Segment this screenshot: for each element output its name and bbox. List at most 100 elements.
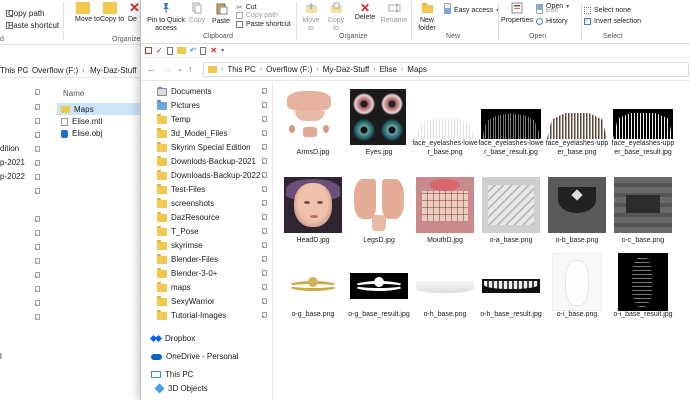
nav-item-documents[interactable]: Documents bbox=[141, 85, 272, 98]
invert-selection-button[interactable]: Invert selection bbox=[584, 18, 641, 25]
rename-button[interactable]: Rename bbox=[380, 2, 408, 25]
nav-item-label: 3d_Model_Files bbox=[171, 129, 228, 138]
nav-item-t-pose[interactable]: T_Pose bbox=[141, 225, 272, 238]
nav-item-label: Temp bbox=[171, 115, 191, 124]
nav-item-screenshots[interactable]: screenshots bbox=[141, 197, 272, 210]
bg-nav-fragment[interactable]: dition bbox=[0, 144, 19, 153]
navigation-pane: Documents Pictures Temp 3d_Model_Files S… bbox=[141, 82, 273, 400]
folder-icon bbox=[157, 281, 167, 292]
recent-locations-chevron-icon[interactable]: ⌄ bbox=[177, 65, 183, 73]
pin-icon bbox=[34, 160, 40, 166]
nav-item-dropbox[interactable]: Dropbox bbox=[141, 332, 272, 345]
nav-item-blender-files[interactable]: Blender-Files bbox=[141, 253, 272, 266]
bg-move-to-button[interactable]: Move to bbox=[75, 16, 100, 23]
file-name: face_eyelashes-upper_base.png bbox=[545, 140, 609, 156]
file-thumbnail bbox=[478, 175, 544, 235]
folder-icon bbox=[157, 155, 167, 166]
customize-dropdown-icon[interactable]: ▾ bbox=[221, 47, 224, 54]
edit-button[interactable]: Edit bbox=[536, 7, 558, 14]
bg-paste-shortcut-icon bbox=[6, 22, 13, 29]
pin-to-quick-access-button[interactable]: Pin to Quick access bbox=[144, 2, 188, 33]
bg-file-elise-mtl[interactable]: Elise.mtl bbox=[61, 117, 102, 126]
nav-item-onedrive-personal[interactable]: OneDrive - Personal bbox=[141, 350, 272, 363]
bg-clipboard-label: d bbox=[0, 36, 4, 43]
file-icon bbox=[61, 117, 68, 126]
bg-delete-button[interactable]: De bbox=[128, 16, 137, 23]
paste-button[interactable]: Paste bbox=[209, 2, 233, 26]
breadcrumb-overflow-drive[interactable]: Overflow (F:) bbox=[266, 65, 312, 74]
bg-column-header-name[interactable]: Name bbox=[63, 89, 84, 98]
copy-path-button[interactable]: Copy path bbox=[236, 12, 278, 19]
paste-shortcut-button[interactable]: Paste shortcut bbox=[236, 21, 291, 28]
nav-item-3d-objects[interactable]: 3D Objects bbox=[141, 382, 272, 395]
copy-path-icon bbox=[236, 12, 243, 19]
nav-item-dazresource[interactable]: DazResource bbox=[141, 211, 272, 224]
nav-item-label: SexyWarrior bbox=[171, 297, 215, 306]
document-icon[interactable] bbox=[166, 46, 173, 55]
file-thumbnail bbox=[412, 253, 478, 313]
bg-file-elise-obj[interactable]: Elise.obj bbox=[61, 129, 102, 138]
breadcrumb-maps[interactable]: Maps bbox=[407, 65, 427, 74]
nav-item-test-files[interactable]: Test-Files bbox=[141, 183, 272, 196]
copy-button[interactable]: Copy bbox=[186, 2, 208, 25]
select-none-button[interactable]: Select none bbox=[584, 7, 631, 14]
move-to-button[interactable]: Move to bbox=[299, 2, 323, 33]
properties-qat-icon[interactable] bbox=[145, 47, 152, 54]
bg-nav-fragment[interactable]: p-2021 bbox=[0, 158, 25, 167]
new-folder-qat-icon[interactable] bbox=[176, 47, 186, 54]
back-arrow-icon[interactable]: ← bbox=[147, 64, 156, 74]
delete-label: Delete bbox=[354, 14, 376, 21]
nav-item-pictures[interactable]: Pictures bbox=[141, 99, 272, 112]
copy-qat-icon[interactable] bbox=[200, 46, 207, 55]
bg-crumb-my-daz-stuff[interactable]: My-Daz-Stuff bbox=[90, 66, 137, 75]
delete-button[interactable]: ✕ Delete bbox=[351, 2, 379, 22]
nav-item-3d-model-files[interactable]: 3d_Model_Files bbox=[141, 127, 272, 140]
bg-file-name: Maps bbox=[74, 105, 94, 114]
file-thumbnail bbox=[280, 87, 346, 147]
file-name: o-i_base_result.jpg bbox=[613, 311, 673, 318]
nav-item-skyrim-special-edition[interactable]: Skyrim Special Edition bbox=[141, 141, 272, 154]
bg-copy-to-button[interactable]: Copy to bbox=[100, 16, 124, 23]
new-folder-icon bbox=[421, 3, 433, 13]
nav-item-skyrimse[interactable]: skyrimse bbox=[141, 239, 272, 252]
easy-access-button[interactable]: Easy access ▾ bbox=[444, 7, 499, 14]
nav-item-temp[interactable]: Temp bbox=[141, 113, 272, 126]
properties-button[interactable]: Properties bbox=[501, 2, 533, 25]
pin-icon bbox=[34, 314, 40, 320]
forward-arrow-icon[interactable]: → bbox=[163, 64, 172, 74]
up-arrow-icon[interactable]: ↑ bbox=[188, 64, 193, 74]
bg-crumb-overflow[interactable]: Overflow (F:) bbox=[32, 66, 78, 75]
delete-qat-icon[interactable]: ✕ bbox=[210, 46, 217, 55]
breadcrumb-elise[interactable]: Elise bbox=[380, 65, 397, 74]
nav-item-blender-3-0[interactable]: Blender-3-0+ bbox=[141, 267, 272, 280]
history-icon bbox=[536, 18, 543, 25]
bg-paste-shortcut[interactable]: Paste shortcut bbox=[8, 21, 59, 30]
undo-icon[interactable]: ↶ bbox=[190, 46, 197, 55]
address-box[interactable]: › This PC › Overflow (F:) › My-Daz-Stuff… bbox=[203, 62, 689, 77]
folder-icon bbox=[157, 141, 167, 152]
cut-button[interactable]: ✂ Cut bbox=[236, 3, 257, 12]
pin-icon bbox=[261, 256, 267, 262]
bg-file-name: Elise.mtl bbox=[72, 117, 103, 126]
copy-to-button[interactable]: Copy to bbox=[324, 2, 348, 33]
nav-item-downloads-backup-2022[interactable]: Downloads-Backup-2022 bbox=[141, 169, 272, 182]
nav-item-tutorial-images[interactable]: Tutorial-Images bbox=[141, 309, 272, 322]
nav-item-downlods-backup-2021[interactable]: Downlods-Backup-2021 bbox=[141, 155, 272, 168]
breadcrumb-my-daz-stuff[interactable]: My-Daz-Stuff bbox=[323, 65, 370, 74]
bg-copy-path[interactable]: Copy path bbox=[8, 9, 44, 18]
nav-item-maps[interactable]: maps bbox=[141, 281, 272, 294]
bg-file-maps[interactable]: Maps bbox=[61, 105, 94, 114]
history-button[interactable]: History bbox=[536, 18, 568, 25]
bg-nav-fragment[interactable]: p-2022 bbox=[0, 172, 25, 181]
nav-item-this-pc[interactable]: This PC bbox=[141, 368, 272, 381]
nav-item-sexywarrior[interactable]: SexyWarrior bbox=[141, 295, 272, 308]
checkmark-icon[interactable]: ✓ bbox=[156, 46, 163, 55]
new-folder-button[interactable]: New folder bbox=[414, 2, 440, 33]
file-name: o-c_base.png bbox=[621, 237, 665, 244]
bg-nav-fragment[interactable]: l bbox=[0, 352, 2, 361]
pin-icon bbox=[34, 188, 40, 194]
pin-icon bbox=[34, 258, 40, 264]
bg-address-bar[interactable]: This PC › Overflow (F:) › My-Daz-Stuff bbox=[0, 62, 140, 78]
organize-group-label: Organize bbox=[339, 33, 368, 40]
breadcrumb-this-pc[interactable]: This PC bbox=[227, 65, 255, 74]
